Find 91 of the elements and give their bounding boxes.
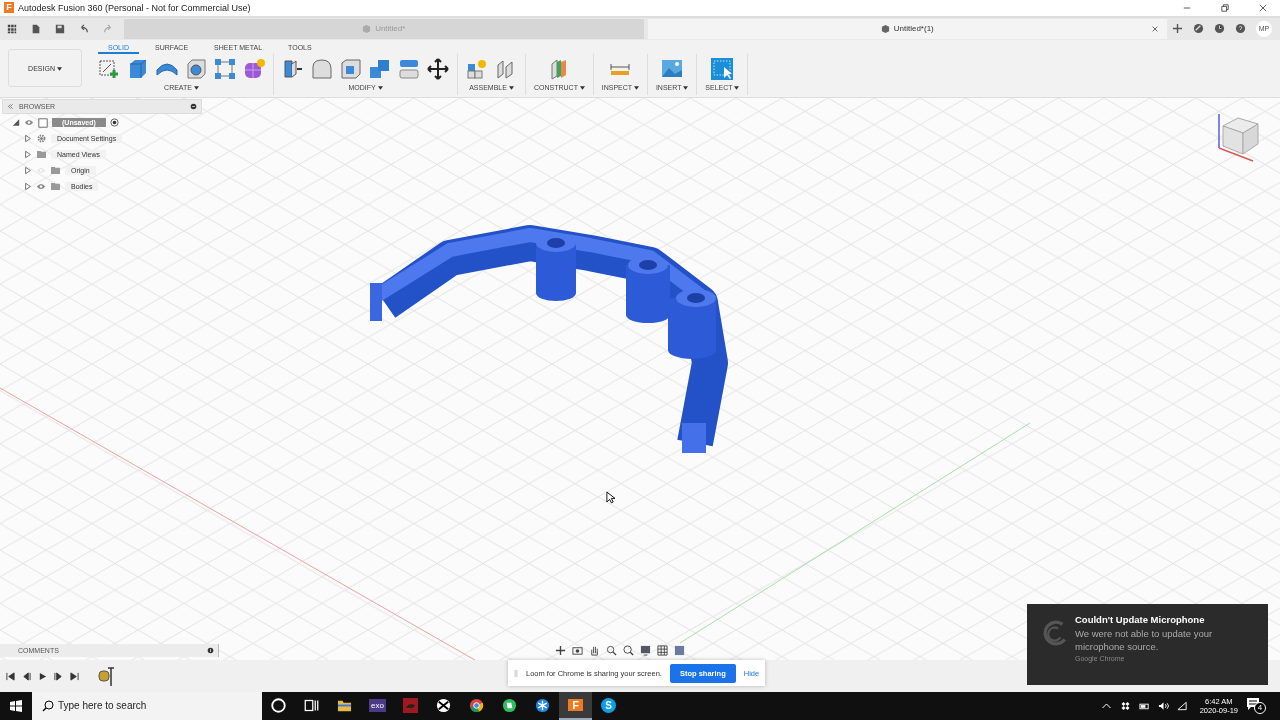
caret-icon — [193, 85, 199, 90]
app-icon — [1043, 620, 1069, 646]
first-icon[interactable] — [6, 671, 15, 681]
dropbox-icon[interactable] — [1119, 701, 1131, 711]
expand-icon[interactable] — [24, 182, 32, 192]
add-icon[interactable] — [1172, 23, 1183, 35]
pattern-icon[interactable] — [214, 57, 236, 80]
chevron-up-icon[interactable] — [1100, 701, 1112, 711]
close-icon[interactable] — [1259, 3, 1267, 12]
volume-icon[interactable] — [1157, 701, 1169, 711]
caret-icon — [734, 85, 740, 90]
window-title: Autodesk Fusion 360 (Personal - Not for Commercial Use) — [18, 2, 251, 13]
battery-icon[interactable] — [1138, 701, 1150, 711]
caret-icon — [56, 66, 62, 71]
close-icon[interactable] — [1151, 24, 1159, 33]
note-icon — [502, 698, 517, 714]
search-field[interactable]: Type here to search — [32, 692, 262, 720]
app-icon — [403, 698, 418, 714]
play-icon[interactable] — [38, 671, 47, 681]
caret-icon — [633, 85, 639, 90]
combine-icon[interactable] — [369, 57, 391, 80]
clock-icon[interactable] — [1214, 23, 1225, 35]
circle-icon — [271, 698, 286, 714]
hole-icon[interactable] — [185, 57, 207, 80]
save-icon[interactable] — [55, 23, 65, 34]
zoom-icon[interactable] — [606, 645, 617, 657]
component-icon — [38, 117, 48, 128]
caret-icon — [579, 85, 585, 90]
caret-icon — [683, 85, 689, 90]
previous-icon[interactable] — [22, 671, 31, 681]
document-tab[interactable]: Untitled*(1) — [647, 18, 1167, 39]
restore-icon[interactable] — [1221, 3, 1229, 12]
next-icon[interactable] — [54, 671, 63, 681]
app-logo: F — [4, 2, 14, 14]
eye-icon[interactable] — [24, 119, 34, 127]
task-view-icon — [304, 698, 319, 714]
wifi-icon[interactable] — [1176, 701, 1188, 711]
cube-icon — [362, 24, 372, 34]
cube-icon[interactable] — [127, 57, 149, 80]
select-icon[interactable] — [711, 57, 734, 80]
folder-icon — [36, 150, 47, 160]
split-icon[interactable] — [398, 57, 420, 80]
activate-icon[interactable] — [109, 118, 119, 128]
job-status-icon[interactable] — [1193, 23, 1204, 35]
help-icon[interactable] — [1235, 23, 1246, 35]
expand-icon[interactable] — [24, 134, 32, 144]
timeline-feature-icon[interactable] — [98, 666, 114, 687]
last-icon[interactable] — [70, 671, 79, 681]
pin-icon[interactable] — [207, 646, 214, 654]
gear-icon — [36, 134, 47, 144]
drag-handle-icon[interactable] — [514, 668, 518, 678]
folder-icon — [50, 182, 61, 192]
cross-circle-icon — [436, 698, 451, 714]
cube-icon — [880, 24, 890, 34]
viewports-icon[interactable] — [674, 645, 685, 657]
folder-icon — [337, 698, 352, 714]
move-icon[interactable] — [427, 57, 449, 80]
hand-icon[interactable] — [589, 645, 600, 657]
display-icon[interactable] — [640, 645, 651, 657]
notification-title: Couldn't Update Microphone — [1075, 614, 1206, 625]
camera-icon[interactable] — [572, 645, 583, 657]
caret-icon — [508, 85, 514, 90]
collapse-icon[interactable] — [7, 102, 14, 110]
shell-icon[interactable] — [340, 57, 362, 80]
notification-body: We were not able to update your microphone source. — [1075, 627, 1214, 653]
orbit-icon[interactable] — [555, 645, 566, 657]
pin-icon[interactable] — [190, 102, 197, 110]
search-icon — [42, 700, 54, 712]
expand-icon[interactable] — [12, 118, 20, 128]
browser-icon — [469, 698, 484, 714]
expand-icon[interactable] — [24, 166, 32, 176]
taskbar-app[interactable]: exo — [361, 692, 394, 720]
expand-icon[interactable] — [24, 150, 32, 160]
grid-icon[interactable] — [657, 645, 668, 657]
zoom-window-icon[interactable] — [623, 645, 634, 657]
press-pull-icon[interactable] — [282, 57, 304, 80]
caret-icon — [377, 85, 383, 90]
snowflake-icon — [535, 698, 550, 714]
windows-start-icon[interactable] — [10, 700, 22, 712]
fillet-icon[interactable] — [311, 57, 333, 80]
cursor-icon — [606, 490, 615, 504]
component-icon[interactable] — [466, 57, 488, 80]
folder-icon — [50, 166, 61, 176]
apps-grid-icon[interactable] — [7, 23, 17, 34]
tab-label: Untitled*(1) — [893, 24, 934, 34]
image-icon[interactable] — [661, 57, 684, 80]
eye-icon[interactable] — [36, 183, 46, 191]
undo-icon[interactable] — [79, 23, 89, 34]
form-icon[interactable] — [243, 57, 265, 80]
file-icon[interactable] — [31, 23, 41, 34]
sketch-icon[interactable] — [98, 57, 120, 80]
